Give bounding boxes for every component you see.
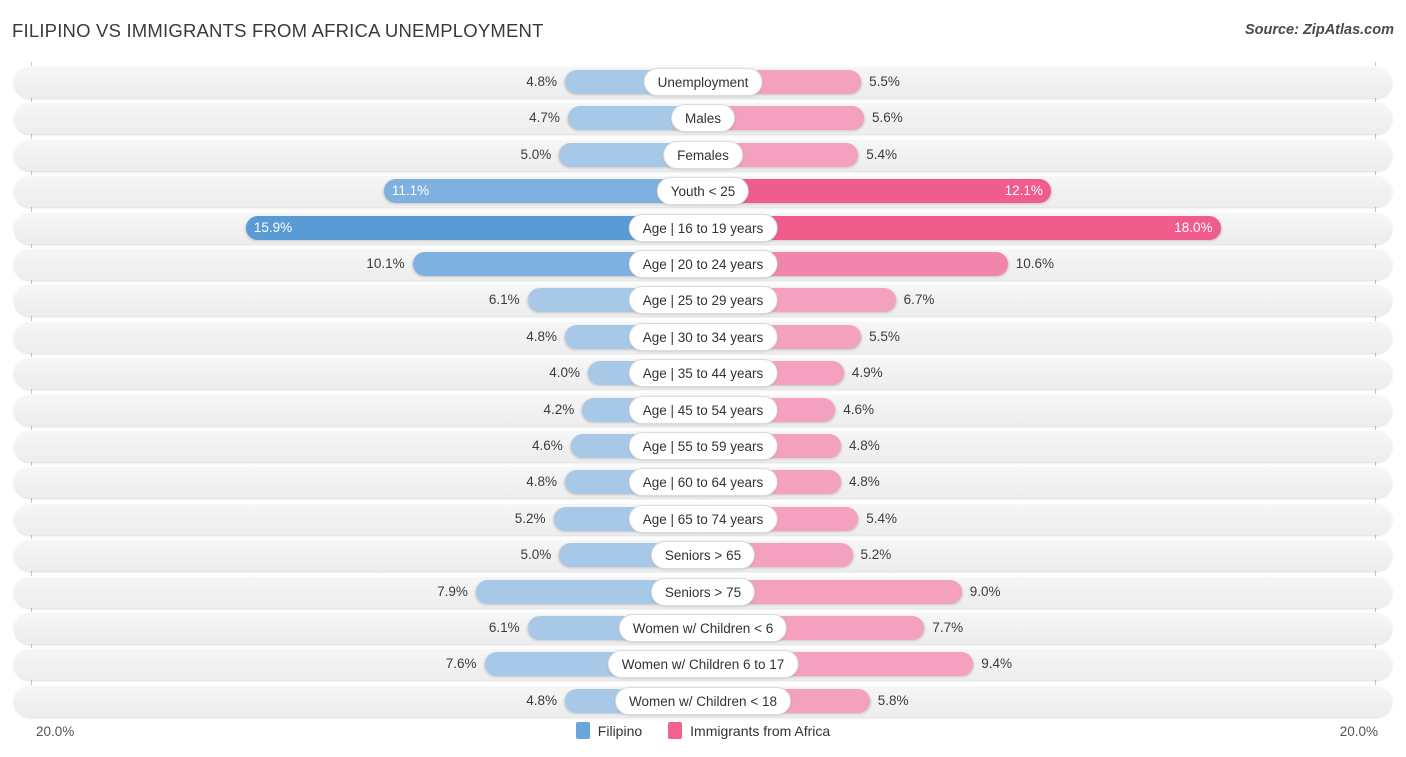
value-label-immigrants-from-africa: 5.5%: [869, 328, 900, 344]
category-label: Age | 20 to 24 years: [628, 250, 778, 278]
chart-header: FILIPINO VS IMMIGRANTS FROM AFRICA UNEMP…: [0, 0, 1406, 60]
category-label: Age | 55 to 59 years: [628, 432, 778, 460]
table-row[interactable]: 4.8% 5.5% Age | 30 to 34 years: [14, 320, 1392, 353]
value-label-immigrants-from-africa: 9.0%: [969, 583, 1001, 599]
table-row[interactable]: 6.1% 7.7% Women w/ Children < 6: [14, 612, 1392, 644]
table-row[interactable]: 5.0% 5.2% Seniors > 65: [14, 539, 1392, 572]
value-label-filipino: 4.8%: [526, 474, 557, 490]
value-label-immigrants-from-africa: 5.5%: [869, 74, 900, 89]
category-label: Age | 65 to 74 years: [628, 504, 778, 533]
legend-label: Immigrants from Africa: [690, 722, 831, 739]
source-attribution: Source: ZipAtlas.com: [1244, 22, 1394, 38]
value-label-immigrants-from-africa: 4.6%: [843, 401, 875, 417]
category-label: Age | 25 to 29 years: [628, 286, 778, 315]
value-label-filipino: 5.2%: [514, 510, 546, 526]
table-row[interactable]: 4.8% 4.8% Age | 60 to 64 years: [14, 466, 1392, 499]
value-label-immigrants-from-africa: 9.4%: [981, 656, 1013, 672]
category-label: Females: [663, 140, 743, 169]
value-label-filipino: 4.7%: [529, 110, 560, 126]
value-label-filipino: 6.1%: [488, 620, 520, 635]
category-label: Age | 35 to 44 years: [628, 359, 778, 388]
table-row[interactable]: 4.7% 5.6% Males: [14, 102, 1392, 135]
value-label-immigrants-from-africa: 6.7%: [903, 292, 935, 308]
value-label-immigrants-from-africa: 18.0%: [1174, 219, 1213, 235]
category-label: Unemployment: [643, 68, 763, 96]
chart-plot-area: 4.8% 5.5% Unemployment 4.7% 5.6% Males 5.0% 5.4…: [0, 62, 1406, 717]
legend-label: Filipino: [597, 722, 643, 739]
legend-swatch-icon: [668, 722, 683, 739]
table-row[interactable]: 4.8% 5.8% Women w/ Children < 18: [14, 684, 1392, 717]
value-label-immigrants-from-africa: 5.6%: [872, 110, 903, 126]
table-row[interactable]: 15.9% 18.0% Age | 16 to 19 years: [14, 211, 1392, 244]
page-title: FILIPINO VS IMMIGRANTS FROM AFRICA UNEMP…: [12, 20, 544, 41]
category-label: Women w/ Children < 18: [615, 686, 791, 715]
table-row[interactable]: 6.1% 6.7% Age | 25 to 29 years: [14, 284, 1392, 317]
value-label-filipino: 4.8%: [526, 692, 557, 708]
value-label-immigrants-from-africa: 5.2%: [860, 547, 892, 563]
value-label-immigrants-from-africa: 5.4%: [866, 510, 898, 526]
value-label-filipino: 4.0%: [549, 365, 580, 381]
value-label-filipino: 11.1%: [391, 183, 430, 199]
category-label: Women w/ Children 6 to 17: [607, 650, 799, 679]
value-label-immigrants-from-africa: 5.4%: [866, 146, 898, 162]
value-label-immigrants-from-africa: 4.9%: [851, 365, 883, 381]
value-label-immigrants-from-africa: 4.8%: [849, 474, 880, 490]
value-label-filipino: 5.0%: [520, 547, 552, 563]
legend-item[interactable]: Filipino: [575, 722, 643, 739]
table-row[interactable]: 4.8% 5.5% Unemployment: [14, 66, 1392, 98]
value-label-filipino: 15.9%: [253, 219, 293, 235]
category-label: Seniors > 75: [650, 577, 756, 606]
value-label-immigrants-from-africa: 12.1%: [1004, 183, 1043, 199]
category-label: Age | 60 to 64 years: [628, 468, 778, 497]
table-row[interactable]: 4.2% 4.6% Age | 45 to 54 years: [14, 393, 1392, 426]
table-row[interactable]: 11.1% 12.1% Youth < 25: [14, 175, 1392, 208]
chart-legend: Filipino Immigrants from Africa: [0, 722, 1406, 739]
value-label-filipino: 7.6%: [445, 656, 477, 672]
table-row[interactable]: 7.6% 9.4% Women w/ Children 6 to 17: [14, 648, 1392, 681]
category-label: Age | 30 to 34 years: [628, 322, 778, 351]
value-label-filipino: 4.8%: [526, 74, 557, 89]
value-label-immigrants-from-africa: 5.8%: [877, 692, 909, 708]
value-label-filipino: 7.9%: [437, 583, 468, 599]
category-label: Youth < 25: [656, 177, 750, 206]
value-label-filipino: 10.1%: [366, 256, 405, 271]
table-row[interactable]: 7.9% 9.0% Seniors > 75: [14, 575, 1392, 608]
category-label: Women w/ Children < 6: [618, 614, 788, 642]
table-row[interactable]: 4.6% 4.8% Age | 55 to 59 years: [14, 430, 1392, 462]
value-label-filipino: 4.6%: [531, 438, 563, 453]
table-row[interactable]: 4.0% 4.9% Age | 35 to 44 years: [14, 357, 1392, 390]
category-label: Age | 16 to 19 years: [628, 213, 778, 242]
value-label-filipino: 6.1%: [488, 292, 520, 308]
chart-footer: 20.0% 20.0% Filipino Immigrants from Afri…: [0, 718, 1406, 757]
value-label-filipino: 4.8%: [526, 328, 557, 344]
category-label: Age | 45 to 54 years: [628, 395, 778, 424]
value-label-filipino: 5.0%: [520, 146, 552, 162]
legend-item[interactable]: Immigrants from Africa: [668, 722, 830, 739]
table-row[interactable]: 5.0% 5.4% Females: [14, 138, 1392, 171]
value-label-immigrants-from-africa: 10.6%: [1015, 256, 1055, 271]
value-label-immigrants-from-africa: 7.7%: [932, 620, 964, 635]
table-row[interactable]: 10.1% 10.6% Age | 20 to 24 years: [14, 248, 1392, 280]
value-label-immigrants-from-africa: 4.8%: [849, 438, 880, 453]
legend-swatch-icon: [575, 722, 590, 739]
category-label: Seniors > 65: [650, 541, 756, 570]
category-label: Males: [670, 104, 736, 133]
table-row[interactable]: 5.2% 5.4% Age | 65 to 74 years: [14, 502, 1392, 535]
value-label-filipino: 4.2%: [543, 401, 575, 417]
